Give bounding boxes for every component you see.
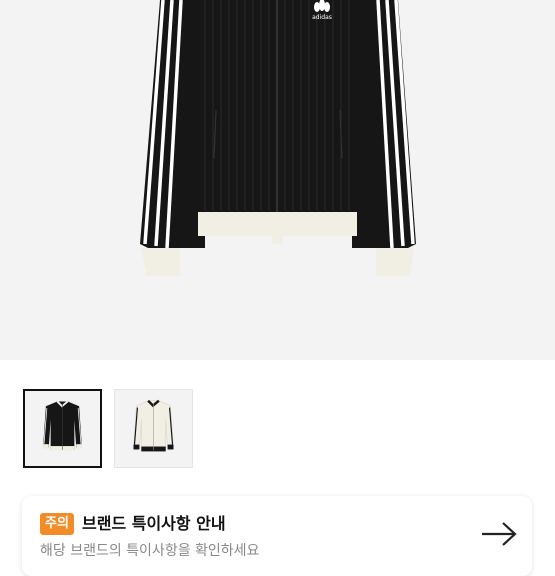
- caution-badge: 주의: [40, 513, 74, 535]
- product-hero-image: adidas: [0, 0, 555, 360]
- jacket-illustration: adidas: [140, 0, 416, 276]
- notice-subtitle: 해당 브랜드의 특이사항을 확인하세요: [40, 543, 260, 559]
- notice-title: 브랜드 특이사항 안내: [82, 514, 226, 533]
- thumbnail-cream-jacket[interactable]: [114, 389, 193, 468]
- thumbnail-gallery: [23, 389, 193, 468]
- brand-notice-card[interactable]: 주의 브랜드 특이사항 안내 해당 브랜드의 특이사항을 확인하세요: [22, 496, 532, 576]
- black-jacket-thumbnail-image: [43, 400, 82, 451]
- cream-jacket-thumbnail-image: [133, 399, 174, 452]
- arrow-right-icon[interactable]: [481, 522, 517, 546]
- logo-text: adidas: [312, 14, 332, 21]
- thumbnail-black-jacket[interactable]: [23, 389, 102, 468]
